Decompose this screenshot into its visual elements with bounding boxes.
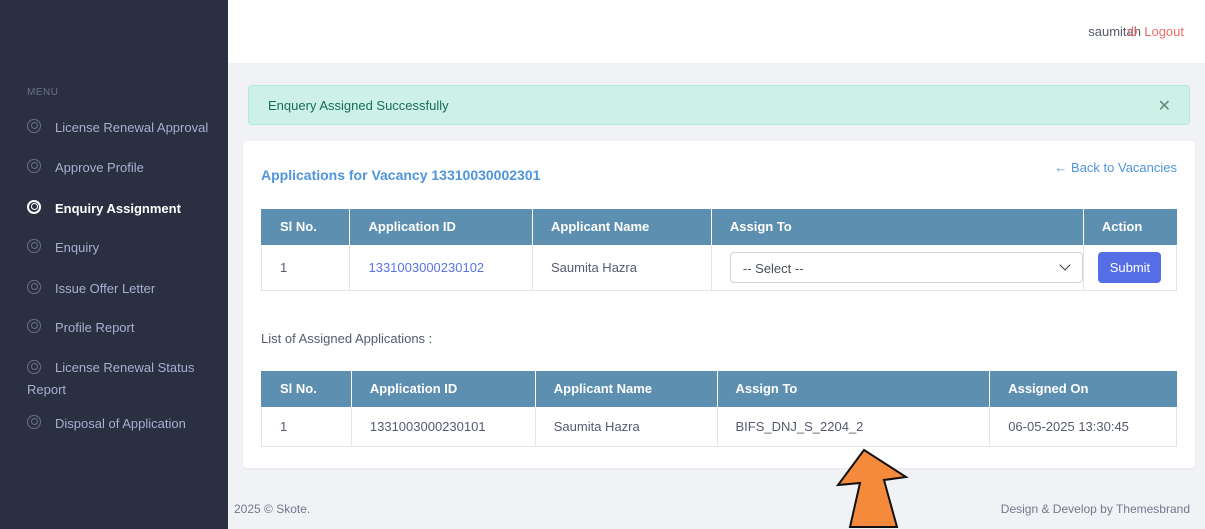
topbar: saumitah Logout <box>228 0 1205 63</box>
sidebar-item-label: Enquiry <box>55 240 100 255</box>
action-cell: Submit <box>1082 244 1178 291</box>
power-icon <box>1128 25 1138 36</box>
assign-to-select[interactable]: -- Select -- <box>729 252 1083 283</box>
table-row: 1 1331003000230101 Saumita Hazra BIFS_DN… <box>261 406 1177 447</box>
sidebar-item-label: Issue Offer Letter <box>55 281 156 296</box>
logout-label: Logout <box>1144 24 1184 39</box>
user-circle-icon <box>27 415 41 429</box>
sidebar-item-label: Approve Profile <box>55 160 144 175</box>
user-circle-icon <box>27 360 41 374</box>
column-header: Assigned On <box>989 371 1177 408</box>
sidebar-item-label: License Renewal Status Report <box>27 360 195 397</box>
footer-credit: Design & Develop by Themesbrand <box>1000 502 1190 516</box>
sidebar-item-enquiry-assignment[interactable]: Enquiry Assignment <box>27 199 222 218</box>
close-icon[interactable]: ✕ <box>1158 96 1171 116</box>
column-header: Application ID <box>350 371 536 408</box>
menu-title: MENU <box>27 87 59 98</box>
assigned-on-cell: 06-05-2025 13:30:45 <box>989 406 1177 447</box>
user-circle-icon <box>27 239 41 253</box>
column-header: Application ID <box>349 209 533 246</box>
footer-copyright: 2025 © Skote. <box>234 502 311 516</box>
applicant-name-cell: Saumita Hazra <box>534 406 718 447</box>
sidebar-item-enquiry[interactable]: Enquiry <box>27 238 222 257</box>
applications-table: Sl No. Application ID Applicant Name Ass… <box>260 209 1178 291</box>
chevron-down-icon <box>1059 259 1071 271</box>
column-header: Applicant Name <box>534 371 718 408</box>
user-circle-icon <box>27 159 41 173</box>
success-alert: Enquery Assigned Successfully ✕ <box>248 85 1190 125</box>
assign-to-cell: -- Select -- <box>710 244 1084 291</box>
alert-message: Enquery Assigned Successfully <box>268 98 449 113</box>
user-circle-icon <box>27 119 41 133</box>
sl-no-cell: 1 <box>261 406 352 447</box>
user-circle-icon <box>27 319 41 333</box>
column-header: Assign To <box>710 209 1084 246</box>
sidebar-item-label: Disposal of Application <box>55 416 186 431</box>
user-circle-icon <box>27 200 41 214</box>
select-value: -- Select -- <box>742 261 804 276</box>
assigned-list-heading: List of Assigned Applications : <box>261 331 433 346</box>
column-header: Sl No. <box>261 371 352 408</box>
table-header-row: Sl No. Application ID Applicant Name Ass… <box>261 371 1177 408</box>
sidebar-item-issue-offer-letter[interactable]: Issue Offer Letter <box>27 279 222 298</box>
column-header: Sl No. <box>260 209 351 246</box>
footer: 2025 © Skote. Design & Develop by Themes… <box>228 490 1205 529</box>
sidebar-item-label: License Renewal Approval <box>55 120 209 135</box>
sidebar-item-approve-profile[interactable]: Approve Profile <box>27 158 222 177</box>
arrow-up-icon <box>835 448 909 528</box>
column-header: Applicant Name <box>532 209 712 246</box>
sidebar-item-profile-report[interactable]: Profile Report <box>27 318 222 337</box>
sidebar-item-disposal-of-application[interactable]: Disposal of Application <box>27 414 222 433</box>
sidebar-item-label: Profile Report <box>55 320 135 335</box>
application-id-link[interactable]: 1331003000230102 <box>368 260 484 275</box>
sidebar-item-label: Enquiry Assignment <box>55 201 181 216</box>
sidebar: MENU License Renewal Approval Approve Pr… <box>0 0 228 529</box>
column-header: Assign To <box>716 371 991 408</box>
user-circle-icon <box>27 280 41 294</box>
logout-button[interactable]: Logout <box>1127 24 1184 39</box>
assigned-applications-table: Sl No. Application ID Applicant Name Ass… <box>261 371 1177 447</box>
applications-card: Applications for Vacancy 13310030002301 … <box>243 141 1195 468</box>
card-title: Applications for Vacancy 13310030002301 <box>261 167 541 183</box>
sidebar-item-license-renewal-approval[interactable]: License Renewal Approval <box>27 118 222 137</box>
sl-no-cell: 1 <box>260 244 351 291</box>
column-header: Action <box>1082 209 1178 246</box>
table-header-row: Sl No. Application ID Applicant Name Ass… <box>260 209 1178 246</box>
submit-button[interactable]: Submit <box>1098 252 1162 283</box>
sidebar-item-license-renewal-status-report[interactable]: License Renewal Status Report <box>27 357 212 401</box>
applicant-name-cell: Saumita Hazra <box>532 244 712 291</box>
assign-to-cell: BIFS_DNJ_S_2204_2 <box>716 406 991 447</box>
application-id-cell: 1331003000230102 <box>349 244 533 291</box>
table-row: 1 1331003000230102 Saumita Hazra -- Sele… <box>260 244 1178 291</box>
back-to-vacancies-link[interactable]: ← Back to Vacancies <box>1054 160 1177 175</box>
application-id-cell: 1331003000230101 <box>350 406 536 447</box>
